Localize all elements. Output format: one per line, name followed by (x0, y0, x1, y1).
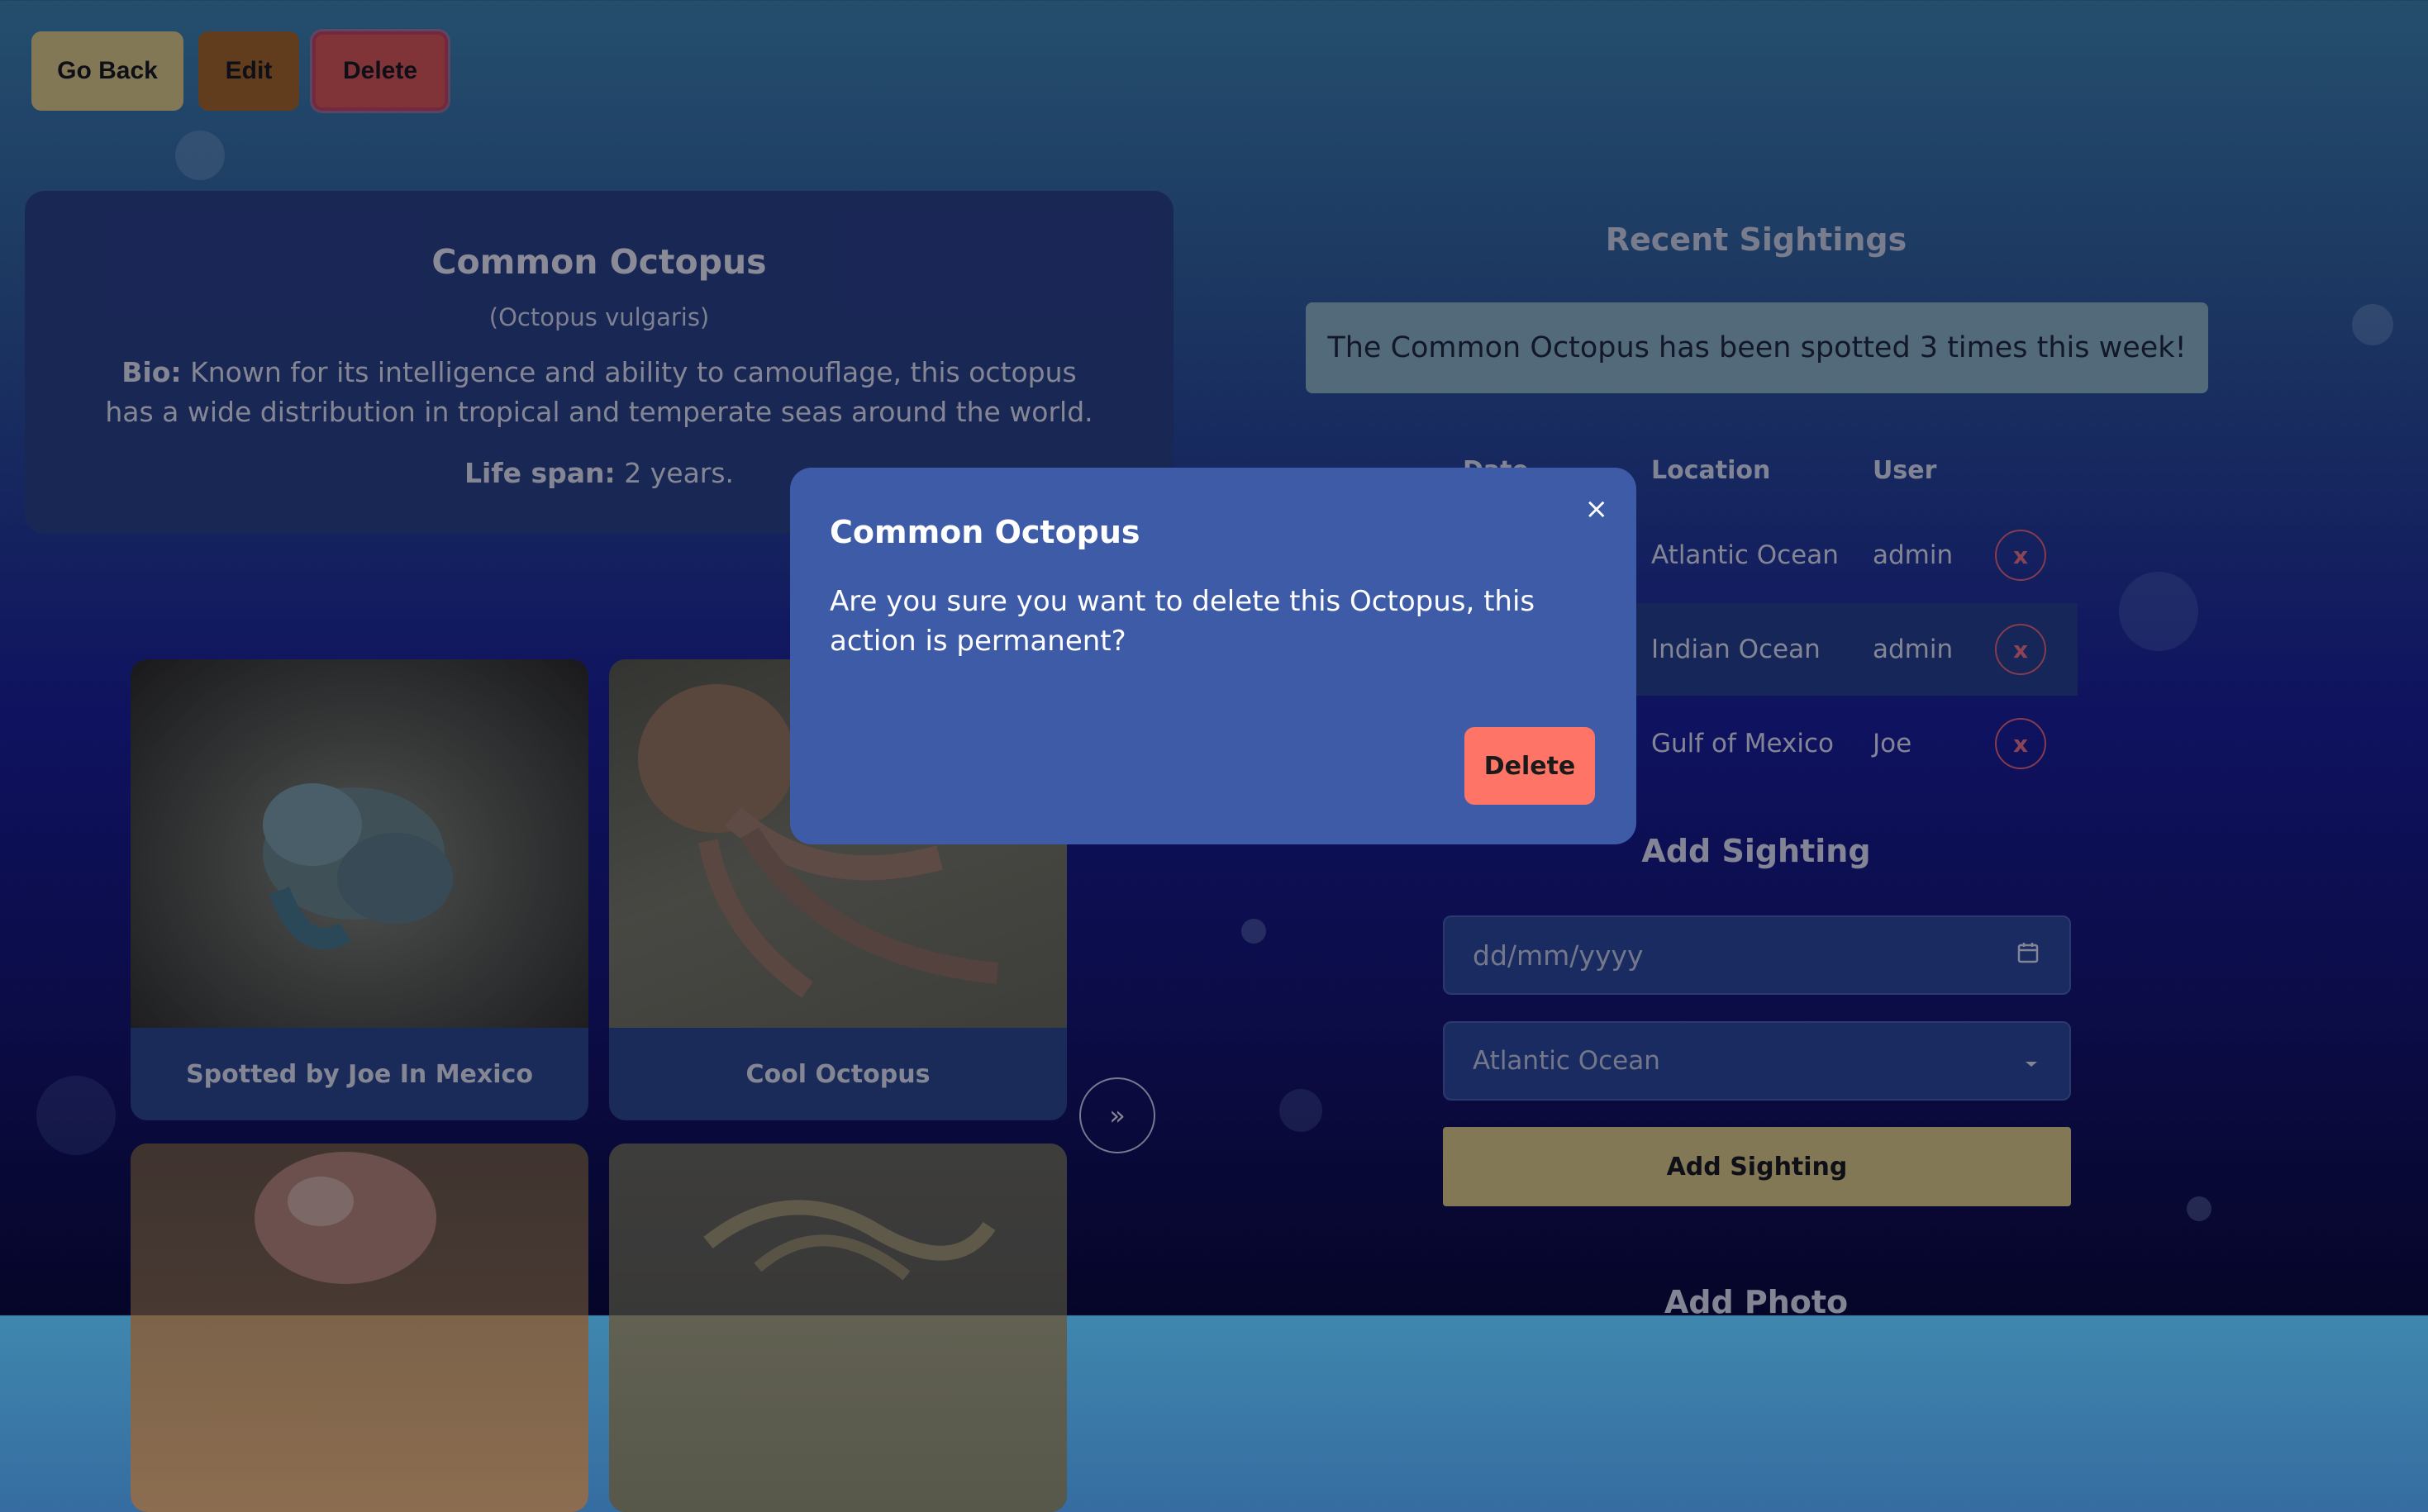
confirm-delete-button[interactable]: Delete (1464, 727, 1595, 805)
close-icon[interactable]: × (1585, 492, 1609, 525)
delete-confirm-modal: Common Octopus × Are you sure you want t… (790, 468, 1636, 844)
modal-title: Common Octopus (830, 514, 1140, 550)
modal-message: Are you sure you want to delete this Oct… (830, 585, 1535, 658)
